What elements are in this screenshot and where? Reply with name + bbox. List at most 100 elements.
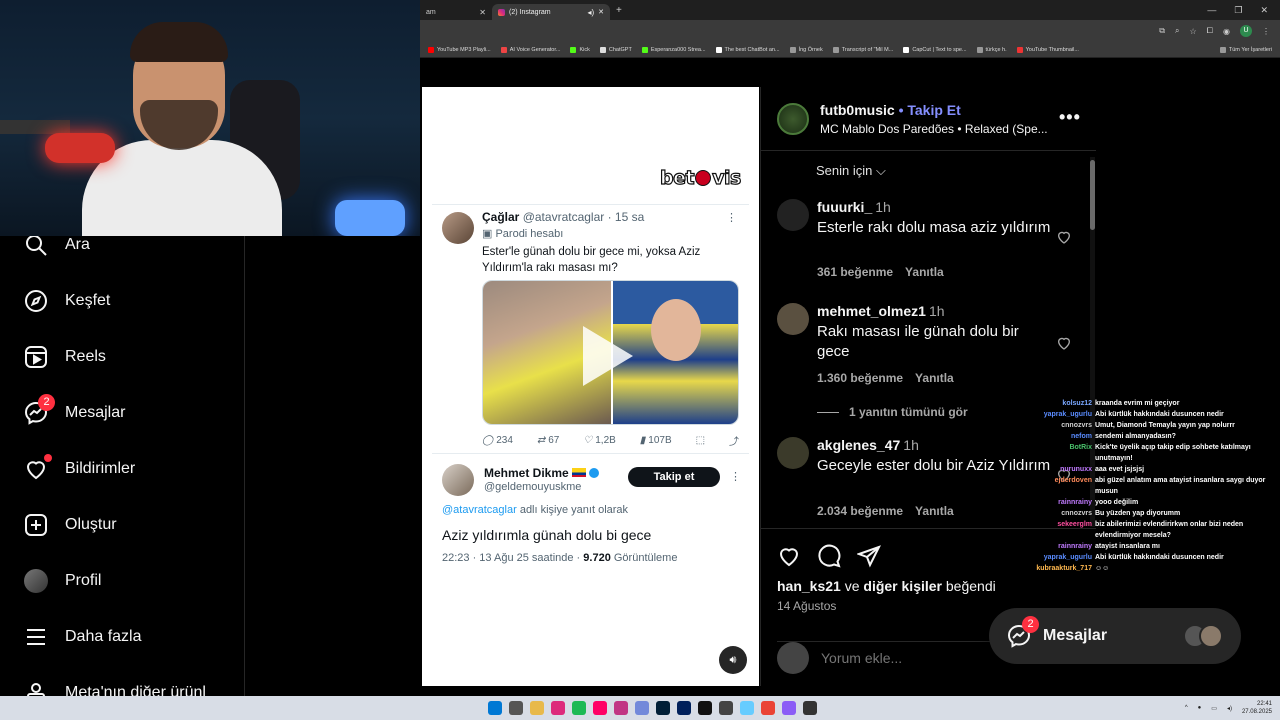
all-bookmarks-folder[interactable]: Tüm Yer İşaretleri [1219,46,1280,53]
bookmark-item[interactable]: AI Voice Generator... [500,46,560,53]
like-comment-heart-icon[interactable] [1056,229,1072,245]
reply-link[interactable]: Yanıtla [915,371,954,385]
extensions-icon[interactable]: ⧠ [1207,26,1213,36]
nav-item-explore[interactable]: Keşfet [24,288,110,314]
network-icon[interactable]: ▭ [1211,705,1217,712]
bookmark-item[interactable]: Kick [570,46,590,53]
nav-item-more[interactable]: Daha fazla [24,624,142,650]
app-icon[interactable] [740,701,754,715]
zoom-icon[interactable]: ⌕ [1175,26,1179,36]
chat-message: ejderdoven abi güzel anlatım ama atayist … [1054,477,1266,495]
file-explorer-icon[interactable] [530,701,544,715]
chrome-icon[interactable] [761,701,775,715]
comment-avatar[interactable] [777,303,809,335]
new-tab-button[interactable]: + [616,5,622,16]
browser-tab[interactable]: am ✕ [420,4,492,20]
post-media[interactable]: bet vis Çağlar @atavratcaglar · 15 sa ⋮ ▣… [422,87,759,686]
close-window-icon[interactable]: ✕ [1260,5,1268,16]
start-button-icon[interactable] [488,701,502,715]
chat-message: kubraakturk_717 ☺☺ [1036,565,1110,572]
stream-chat-overlay: kolsuz12 kraanda evrim mi geçiyor yaprak_… [1028,398,1280,574]
close-tab-icon[interactable]: ✕ [479,8,486,17]
comment-username[interactable]: mehmet_olmez1 1h [817,303,945,319]
tab-title: (2) Instagram [509,8,551,16]
app-icon[interactable] [551,701,565,715]
spotify-icon[interactable] [572,701,586,715]
plus-square-icon [24,513,48,537]
folder-icon [1219,46,1226,53]
comment-username[interactable]: fuuurki_ 1h [817,199,891,215]
author-username[interactable]: futb0music • Takip Et [820,102,961,118]
extension-icon[interactable]: ◉ [1223,27,1230,36]
messages-pill-button[interactable]: 2 Mesajlar [989,608,1241,664]
comment-avatar[interactable] [777,199,809,231]
nav-item-reels[interactable]: Reels [24,344,106,370]
view-replies-button[interactable]: 1 yanıtın tümünü gör [817,405,968,419]
app-icon[interactable] [803,701,817,715]
nav-item-create[interactable]: Oluştur [24,512,117,538]
bookmark-folder[interactable]: Transcript of "Mil M... [832,46,893,53]
bookmark-item[interactable]: YouTube MP3 Playli... [428,46,491,53]
audio-track[interactable]: MC Mablo Dos Paredões • Relaxed (Spe... [820,122,1050,136]
bookmark-item[interactable]: Esperanza000 Strea... [641,46,706,53]
app-icon[interactable] [782,701,796,715]
notification-dot [44,454,52,462]
discord-icon[interactable] [635,701,649,715]
reply-link[interactable]: Yanıtla [905,265,944,279]
tiktok-icon[interactable] [698,701,712,715]
app-icon[interactable] [677,701,691,715]
reply-text: Aziz yıldırımla günah dolu bi gece [442,527,652,543]
mic-icon[interactable]: ● [1198,705,1202,711]
reply-meta: 22:23 · 13 Ağu 25 saatinde · 9.720 Görün… [442,552,678,564]
bookmark-item[interactable]: YouTube Thumbnail... [1016,46,1079,53]
comment-bubble-icon[interactable] [817,544,841,568]
app-icon[interactable] [719,701,733,715]
minimize-icon[interactable]: — [1207,5,1216,16]
bookmark-item[interactable]: ChatGPT [599,46,632,53]
divider [432,204,749,205]
chevron-up-icon[interactable]: ^ [1185,705,1188,711]
kick-icon [641,46,648,53]
close-tab-icon[interactable]: ✕ [598,8,604,16]
bookmark-folder[interactable]: türkçe h. [976,46,1007,53]
like-icon: ♡ [583,435,593,446]
mute-toggle-button[interactable]: 🔊︎ [719,646,747,674]
nav-item-notifications[interactable]: Bildirimler [24,454,135,482]
reply-count: ◯ 234 [482,435,513,446]
profile-avatar[interactable]: U [1240,25,1252,37]
maximize-icon[interactable]: ❐ [1234,5,1242,16]
bookmark-item[interactable]: The best ChatBot an... [715,46,780,53]
view-count: ▮ 107B [639,435,672,446]
browser-tab-active[interactable]: (2) Instagram ◂) ✕ [492,4,610,20]
bookmark-folder[interactable]: İng Örnek [789,46,823,53]
comment-avatar[interactable] [777,437,809,469]
bookmark-icon: ⬚ [695,435,706,446]
bookmark-star-icon[interactable]: ☆ [1189,27,1196,36]
install-icon[interactable]: ⧉ [1159,26,1165,36]
reels-icon [24,345,48,369]
share-paper-plane-icon[interactable] [857,544,881,568]
reply-link[interactable]: Yanıtla [915,504,954,518]
ai-voice-icon [500,46,507,53]
author-avatar[interactable] [777,103,809,135]
follow-button[interactable]: • Takip Et [899,102,961,118]
more-options-icon[interactable]: ••• [1059,107,1081,128]
comment-username[interactable]: akglenes_47 1h [817,437,919,453]
bookmark-item[interactable]: CapCut | Text to spe... [903,46,967,53]
photoshop-icon[interactable] [656,701,670,715]
instagram-icon[interactable] [614,701,628,715]
comment-sort-dropdown[interactable]: Senin için ⌵ [816,163,886,179]
nav-item-messages[interactable]: 2 Mesajlar [24,394,125,426]
task-view-icon[interactable] [509,701,523,715]
scrollbar-thumb[interactable] [1090,160,1095,230]
clock[interactable]: 22:41 27.08.2025 [1242,700,1272,716]
volume-icon[interactable]: ◂) [1227,705,1232,712]
like-heart-icon[interactable] [777,544,801,568]
speaker-icon[interactable]: ◂) [587,8,594,17]
liked-by[interactable]: han_ks21 ve diğer kişiler beğendi [777,578,996,594]
nav-item-profile[interactable]: Profil [24,568,101,594]
instagram-sidebar: Ara Keşfet Reels 2 Mesajlar Bildirimler … [0,235,245,704]
app-icon[interactable] [593,701,607,715]
like-comment-heart-icon[interactable] [1056,335,1072,351]
menu-kebab-icon[interactable]: ⋮ [1262,27,1270,36]
